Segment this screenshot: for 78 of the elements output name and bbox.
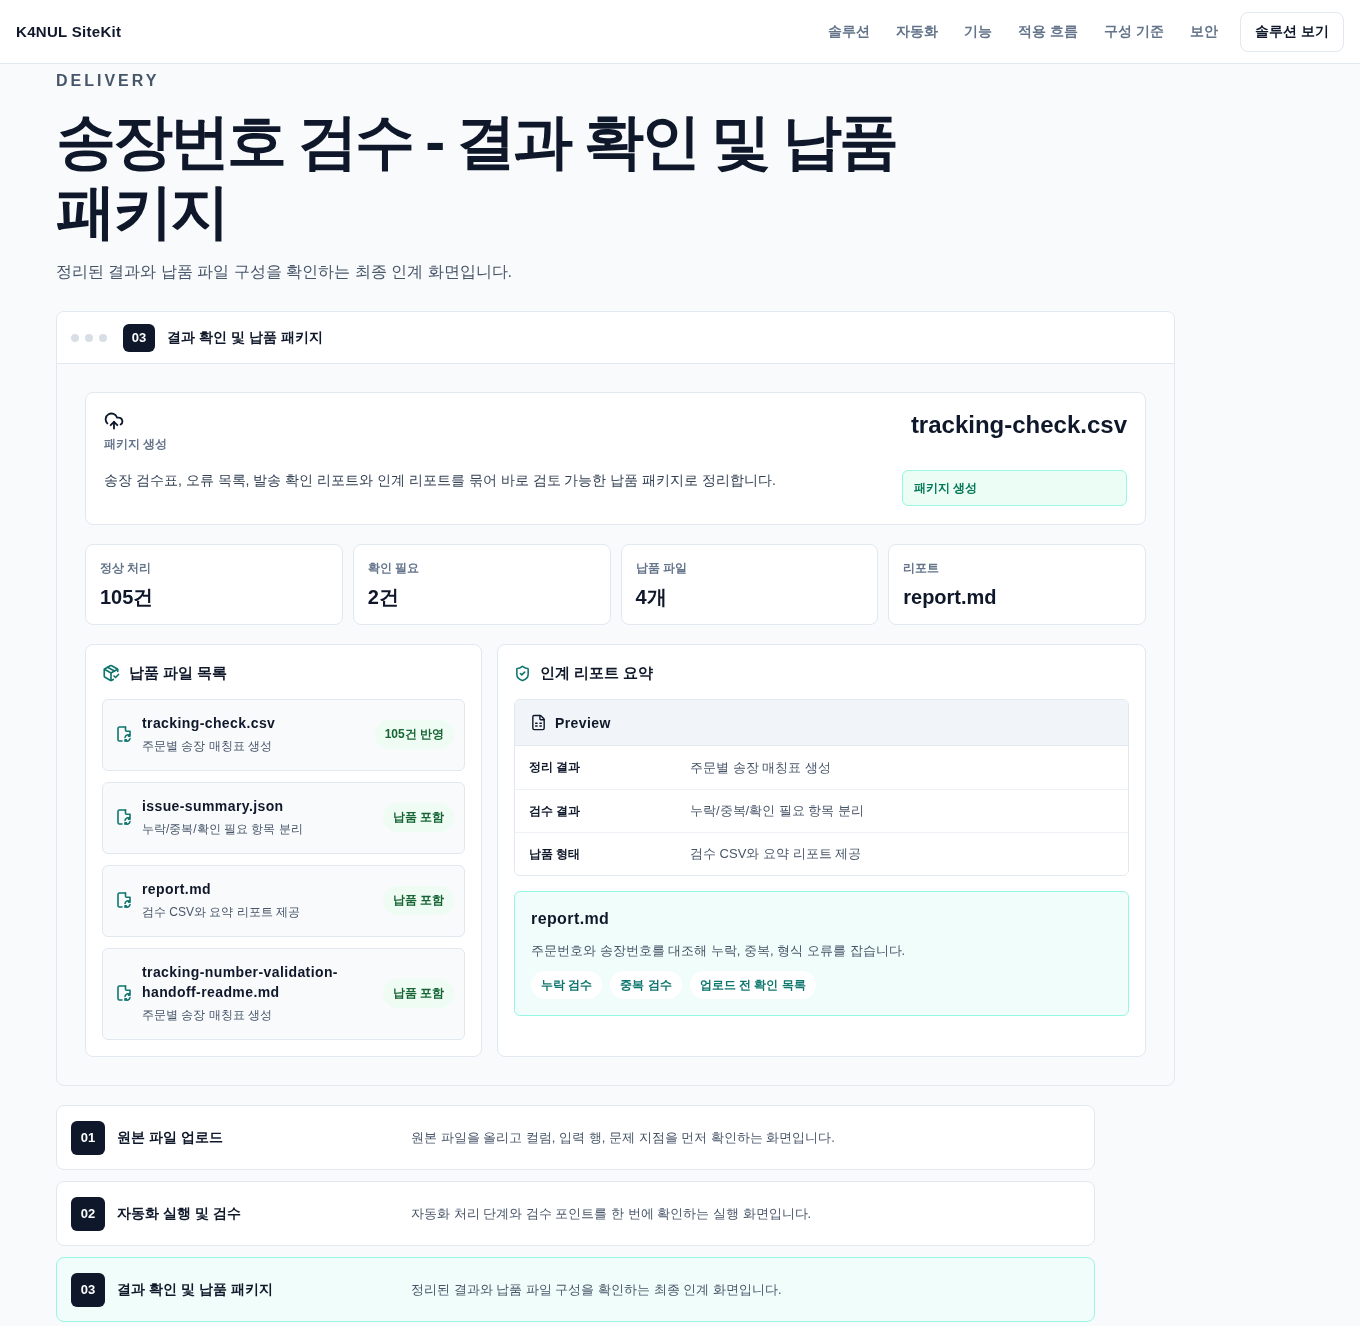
step-description: 원본 파일을 올리고 컬럼, 입력 행, 문제 지점을 먼저 확인하는 화면입니다. (411, 1128, 836, 1147)
nav-link[interactable]: 보안 (1190, 22, 1219, 41)
step-title: 자동화 실행 및 검수 (117, 1204, 242, 1223)
step-number: 03 (123, 323, 155, 352)
stat-label: 정상 처리 (100, 560, 152, 576)
nav-link[interactable]: 자동화 (896, 22, 939, 41)
file-description: 주문별 송장 매칭표 생성 (142, 1007, 273, 1024)
step-row[interactable]: 02 자동화 실행 및 검수 자동화 처리 단계와 검수 포인트를 한 번에 확인하는 실행 화면입니다. (56, 1181, 1095, 1246)
step-number: 03 (71, 1272, 105, 1307)
nav-link[interactable]: 적용 흐름 (1018, 22, 1079, 41)
preview-title: Preview (555, 714, 611, 731)
step-title: 결과 확인 및 납품 패키지 (117, 1280, 274, 1299)
step-title: 원본 파일 업로드 (117, 1128, 224, 1147)
file-name: tracking-number-validation-handoff-readme.md (142, 963, 339, 1002)
step-row[interactable]: 03 결과 확인 및 납품 패키지 정리된 결과와 납품 파일 구성을 확인하는 최종 인계 화면입니다. (56, 1257, 1095, 1322)
stat-value: report.md (903, 585, 997, 610)
page-title: 송장번호 검수 - 결과 확인 및 납품 패키지 (56, 107, 897, 247)
nav-link[interactable]: 구성 기준 (1104, 22, 1165, 41)
stat-label: 리포트 (903, 560, 940, 576)
row-value: 검수 CSV와 요약 리포트 제공 (690, 845, 863, 863)
row-label: 검수 결과 (529, 802, 582, 820)
step-description: 정리된 결과와 납품 파일 구성을 확인하는 최종 인계 화면입니다. (411, 1280, 783, 1299)
file-description: 누락/중복/확인 필요 항목 분리 (142, 821, 304, 838)
cloud-upload-icon (104, 411, 124, 431)
spreadsheet-file-icon (530, 714, 547, 731)
file-status-tag: 105건 반영 (374, 719, 454, 749)
page-subtitle: 정리된 결과와 납품 파일 구성을 확인하는 최종 인계 화면입니다. (56, 262, 513, 282)
file-icon (117, 985, 131, 1001)
brand-logo[interactable]: K4NUL SiteKit (16, 23, 122, 40)
file-description: 주문별 송장 매칭표 생성 (142, 738, 273, 755)
stat-value: 2건 (367, 585, 399, 610)
file-description: 검수 CSV와 요약 리포트 제공 (142, 904, 301, 921)
row-value: 주문별 송장 매칭표 생성 (690, 758, 832, 777)
report-file-name: report.md (531, 909, 610, 929)
window-dot-icon (71, 333, 79, 342)
file-item[interactable]: tracking-check.csv 주문별 송장 매칭표 생성 105건 반영 (102, 699, 465, 771)
file-item[interactable]: report.md 검수 CSV와 요약 리포트 제공 납품 포함 (102, 865, 465, 937)
row-label: 납품 형태 (529, 845, 582, 863)
file-icon (117, 892, 131, 908)
row-value: 누락/중복/확인 필요 항목 분리 (690, 802, 866, 820)
file-item[interactable]: issue-summary.json 누락/중복/확인 필요 항목 분리 납품 포함 (102, 782, 465, 854)
report-description: 주문번호와 송장번호를 대조해 누락, 중복, 형식 오류를 잡습니다. (531, 942, 906, 960)
step-number: 01 (71, 1120, 105, 1155)
package-check-icon (102, 664, 120, 682)
package-description: 송장 검수표, 오류 목록, 발송 확인 리포트와 인계 리포트를 묶어 바로 검토 가능한 납품 패키지로 정리합니다. (104, 471, 776, 490)
stat-value: 4개 (635, 585, 667, 610)
section-title: 납품 파일 목록 (129, 663, 228, 683)
file-name: report.md (142, 880, 212, 899)
nav-link[interactable]: 솔루션 (828, 22, 871, 41)
step-number: 02 (71, 1196, 105, 1231)
window-dot-icon (99, 333, 107, 342)
cta-button[interactable]: 솔루션 보기 (1240, 11, 1344, 52)
status-banner: 패키지 생성 (902, 470, 1127, 506)
file-item[interactable]: tracking-number-validation-handoff-readme.md 주문별 송장 매칭표 생성 납품 포함 (102, 948, 465, 1040)
package-label: 패키지 생성 (104, 436, 168, 452)
file-status-tag: 납품 포함 (382, 978, 454, 1008)
nav-link[interactable]: 기능 (964, 22, 993, 41)
stat-label: 납품 파일 (635, 560, 687, 576)
file-status-tag: 납품 포함 (382, 885, 454, 915)
row-label: 정리 결과 (529, 759, 582, 776)
eyebrow-label: DELIVERY (56, 71, 161, 91)
file-name: issue-summary.json (142, 797, 285, 816)
stat-label: 확인 필요 (367, 560, 420, 576)
file-icon (117, 726, 131, 742)
report-tag: 중복 검수 (610, 971, 682, 999)
step-row[interactable]: 01 원본 파일 업로드 원본 파일을 올리고 컬럼, 입력 행, 문제 지점을 먼저 확인하는 화면입니다. (56, 1105, 1095, 1170)
file-name: tracking-check.csv (142, 714, 277, 733)
file-status-tag: 납품 포함 (382, 802, 454, 832)
report-tag: 업로드 전 확인 목록 (689, 971, 816, 999)
report-tag: 누락 검수 (531, 971, 603, 999)
section-title: 인계 리포트 요약 (540, 663, 654, 683)
shield-check-icon (514, 664, 531, 682)
panel-title: 결과 확인 및 납품 패키지 (167, 328, 323, 347)
stat-value: 105건 (100, 585, 154, 610)
window-dot-icon (85, 333, 93, 342)
step-description: 자동화 처리 단계와 검수 포인트를 한 번에 확인하는 실행 화면입니다. (411, 1204, 813, 1223)
file-icon (117, 809, 131, 825)
package-file-name: tracking-check.csv (910, 411, 1127, 439)
